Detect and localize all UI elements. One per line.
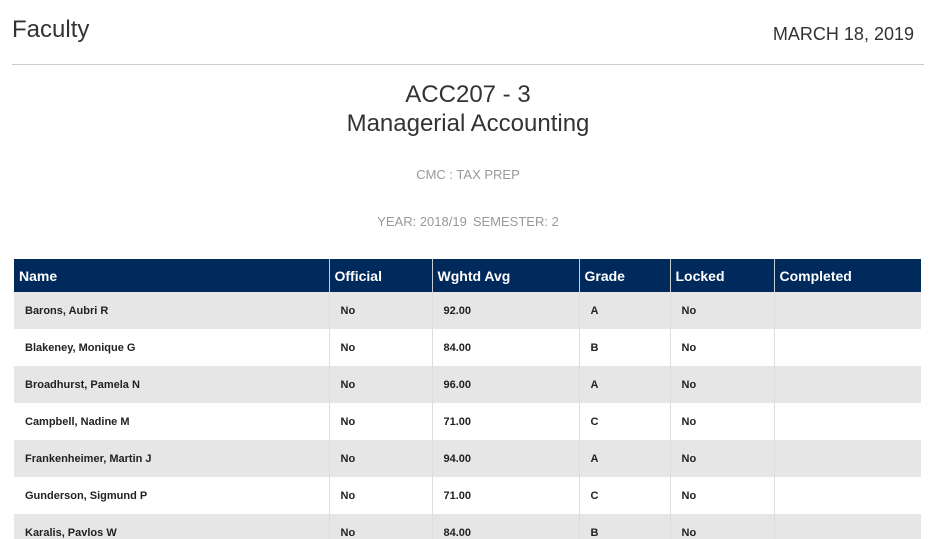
table-row[interactable]: Frankenheimer, Martin J No 94.00 A No (14, 440, 921, 477)
official-cell: No (329, 329, 433, 366)
student-name-cell: Broadhurst, Pamela N (14, 366, 330, 403)
locked-cell: No (670, 403, 775, 440)
course-name: Managerial Accounting (346, 110, 590, 137)
grade-cell: B (579, 514, 671, 539)
course-code: ACC207 - 3 (405, 81, 531, 108)
official-cell: No (329, 440, 433, 477)
grade-cell: C (579, 403, 671, 440)
locked-cell: No (670, 514, 775, 539)
grade-cell: A (579, 366, 671, 403)
weighted-average-cell: 96.00 (432, 366, 580, 403)
column-header-grade[interactable]: Grade (579, 259, 671, 292)
top-bar: Faculty MARCH 18, 2019 (12, 0, 924, 65)
weighted-average-cell: 71.00 (432, 403, 580, 440)
completed-cell (774, 440, 921, 477)
completed-cell (774, 292, 921, 329)
grades-table: Name Official Wghtd Avg Grade Locked Com… (14, 259, 921, 539)
completed-cell (774, 403, 921, 440)
column-header-name[interactable]: Name (14, 259, 330, 292)
table-row[interactable]: Barons, Aubri R No 92.00 A No (14, 292, 921, 329)
course-program: CMC : TAX PREP (416, 167, 520, 182)
report-date: MARCH 18, 2019 (772, 24, 914, 44)
table-row[interactable]: Karalis, Pavlos W No 84.00 B No (14, 514, 921, 539)
grade-cell: C (579, 477, 671, 514)
completed-cell (774, 514, 921, 539)
course-year: YEAR: 2018/19 (377, 214, 467, 229)
student-name-cell: Frankenheimer, Martin J (14, 440, 330, 477)
locked-cell: No (670, 366, 775, 403)
completed-cell (774, 329, 921, 366)
faculty-report-page: Faculty MARCH 18, 2019 ACC207 - 3 Manage… (0, 0, 936, 539)
official-cell: No (329, 366, 433, 403)
weighted-average-cell: 71.00 (432, 477, 580, 514)
official-cell: No (329, 292, 433, 329)
table-header-row: Name Official Wghtd Avg Grade Locked Com… (14, 259, 921, 292)
grade-cell: A (579, 440, 671, 477)
weighted-average-cell: 84.00 (432, 329, 580, 366)
locked-cell: No (670, 477, 775, 514)
column-header-completed[interactable]: Completed (774, 259, 921, 292)
table-row[interactable]: Broadhurst, Pamela N No 96.00 A No (14, 366, 921, 403)
student-name-cell: Campbell, Nadine M (14, 403, 330, 440)
official-cell: No (329, 477, 433, 514)
column-header-weighted-average[interactable]: Wghtd Avg (432, 259, 580, 292)
weighted-average-cell: 84.00 (432, 514, 580, 539)
locked-cell: No (670, 292, 775, 329)
completed-cell (774, 477, 921, 514)
table-row[interactable]: Blakeney, Monique G No 84.00 B No (14, 329, 921, 366)
weighted-average-cell: 92.00 (432, 292, 580, 329)
student-name-cell: Karalis, Pavlos W (14, 514, 330, 539)
app-title: Faculty (12, 16, 90, 43)
official-cell: No (329, 403, 433, 440)
student-name-cell: Gunderson, Sigmund P (14, 477, 330, 514)
weighted-average-cell: 94.00 (432, 440, 580, 477)
grade-cell: A (579, 292, 671, 329)
column-header-locked[interactable]: Locked (670, 259, 775, 292)
locked-cell: No (670, 440, 775, 477)
student-name-cell: Barons, Aubri R (14, 292, 330, 329)
course-term: YEAR: 2018/19 SEMESTER: 2 (0, 214, 936, 229)
table-row[interactable]: Gunderson, Sigmund P No 71.00 C No (14, 477, 921, 514)
student-name-cell: Blakeney, Monique G (14, 329, 330, 366)
official-cell: No (329, 514, 433, 539)
column-header-official[interactable]: Official (329, 259, 433, 292)
table-row[interactable]: Campbell, Nadine M No 71.00 C No (14, 403, 921, 440)
completed-cell (774, 366, 921, 403)
locked-cell: No (670, 329, 775, 366)
course-semester: SEMESTER: 2 (472, 214, 559, 229)
grade-cell: B (579, 329, 671, 366)
